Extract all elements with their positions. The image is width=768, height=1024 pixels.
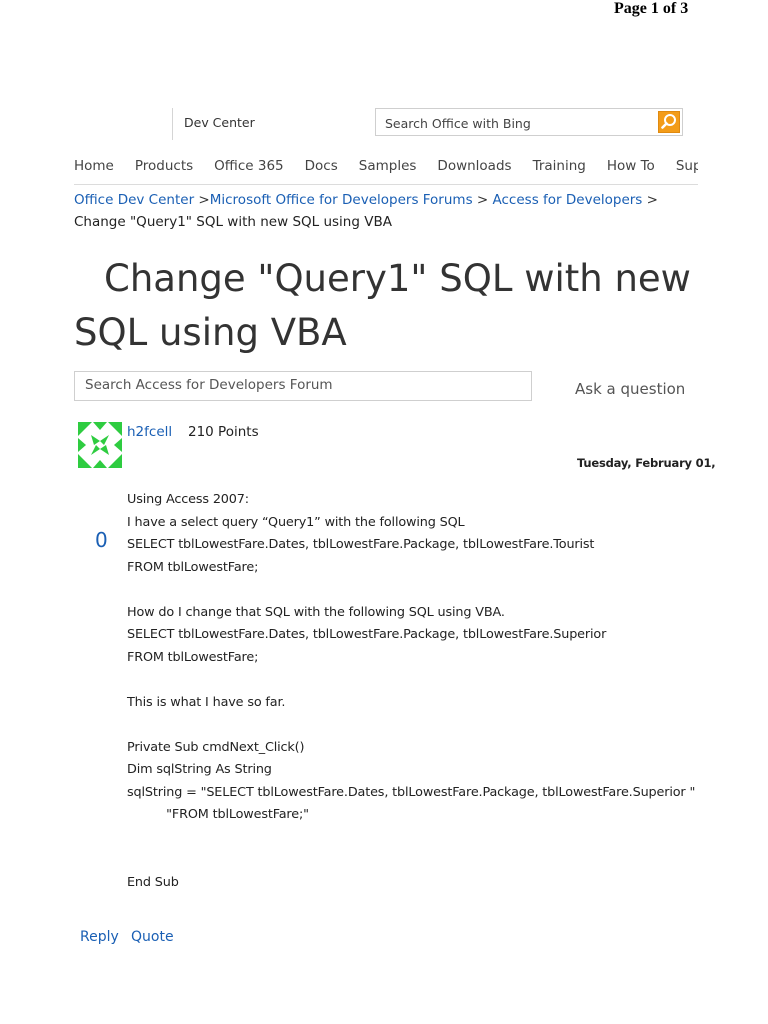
- header-divider: [172, 108, 173, 140]
- post-line: [127, 849, 702, 872]
- post-line: [127, 714, 702, 737]
- breadcrumb-current: Change "Query1" SQL with new SQL using V…: [74, 214, 392, 230]
- user-points: 210 Points: [188, 424, 259, 440]
- post-line: SELECT tblLowestFare.Dates, tblLowestFar…: [127, 627, 607, 642]
- post-line: End Sub: [127, 874, 179, 890]
- vote-count[interactable]: 0: [95, 528, 108, 552]
- post-body: Using Access 2007: I have a select query…: [127, 489, 702, 894]
- post-line: FROM tblLowestFare;: [127, 649, 259, 665]
- post-line: Dim sqlString As String: [127, 762, 272, 777]
- nav-item-office-365[interactable]: Office 365: [214, 158, 283, 174]
- post-line: FROM tblLowestFare;: [127, 559, 259, 575]
- forum-search-input[interactable]: Search Access for Developers Forum: [74, 371, 532, 401]
- post-line: [127, 827, 702, 850]
- reply-button[interactable]: Reply: [80, 929, 119, 945]
- dev-center-link[interactable]: Dev Center: [184, 115, 255, 130]
- breadcrumb-office-dev-center[interactable]: Office Dev Center: [74, 192, 194, 208]
- nav-item-products[interactable]: Products: [135, 158, 193, 174]
- nav-item-home[interactable]: Home: [74, 158, 114, 174]
- breadcrumb-separator: >: [472, 192, 493, 208]
- bing-search-input[interactable]: Search Office with Bing: [375, 108, 683, 136]
- breadcrumb-separator: >: [642, 192, 658, 208]
- nav-item-samples[interactable]: Samples: [359, 158, 417, 174]
- page-counter: Page 1 of 3: [614, 0, 689, 17]
- breadcrumb-access-for-developers[interactable]: Access for Developers: [493, 192, 643, 208]
- breadcrumb-office-forums[interactable]: Microsoft Office for Developers Forums: [210, 192, 473, 208]
- top-navigation: Home Products Office 365 Docs Samples Downloa…: [74, 155, 698, 175]
- bing-search-placeholder: Search Office with Bing: [385, 116, 531, 131]
- post-line: Private Sub cmdNext_Click(): [127, 739, 305, 755]
- post-line: [127, 669, 702, 692]
- breadcrumb: Office Dev Center >Microsoft Office for …: [74, 189, 698, 233]
- nav-item-support[interactable]: Support: [676, 158, 698, 174]
- page: Page 1 of 3 Dev Center Search Office wit…: [0, 0, 768, 1024]
- username-link[interactable]: h2fcell: [127, 424, 172, 440]
- nav-item-how-to[interactable]: How To: [607, 158, 655, 174]
- post-line: How do I change that SQL with the follow…: [127, 604, 505, 620]
- magnifier-icon: [661, 114, 676, 129]
- forum-search-placeholder: Search Access for Developers Forum: [85, 377, 333, 393]
- post-line: sqlString = "SELECT tblLowestFare.Dates,…: [127, 784, 696, 800]
- nav-item-training[interactable]: Training: [533, 158, 586, 174]
- breadcrumb-separator: >: [194, 192, 210, 208]
- post-line: [127, 579, 702, 602]
- quote-button[interactable]: Quote: [131, 929, 174, 945]
- post-line: "FROM tblLowestFare;": [127, 807, 309, 822]
- page-title: Change "Query1" SQL with new SQL using V…: [74, 257, 691, 354]
- post-line: I have a select query “Query1” with the …: [127, 514, 465, 530]
- search-button[interactable]: [658, 111, 680, 133]
- nav-item-docs[interactable]: Docs: [305, 158, 338, 174]
- nav-divider: [74, 184, 698, 185]
- post-line: Using Access 2007:: [127, 492, 249, 507]
- nav-item-downloads[interactable]: Downloads: [437, 158, 511, 174]
- ask-question-link[interactable]: Ask a question: [575, 380, 685, 398]
- user-avatar[interactable]: [78, 422, 122, 468]
- post-line: SELECT tblLowestFare.Dates, tblLowestFar…: [127, 537, 595, 552]
- post-line: This is what I have so far.: [127, 694, 286, 710]
- post-date: Tuesday, February 01,: [577, 456, 716, 470]
